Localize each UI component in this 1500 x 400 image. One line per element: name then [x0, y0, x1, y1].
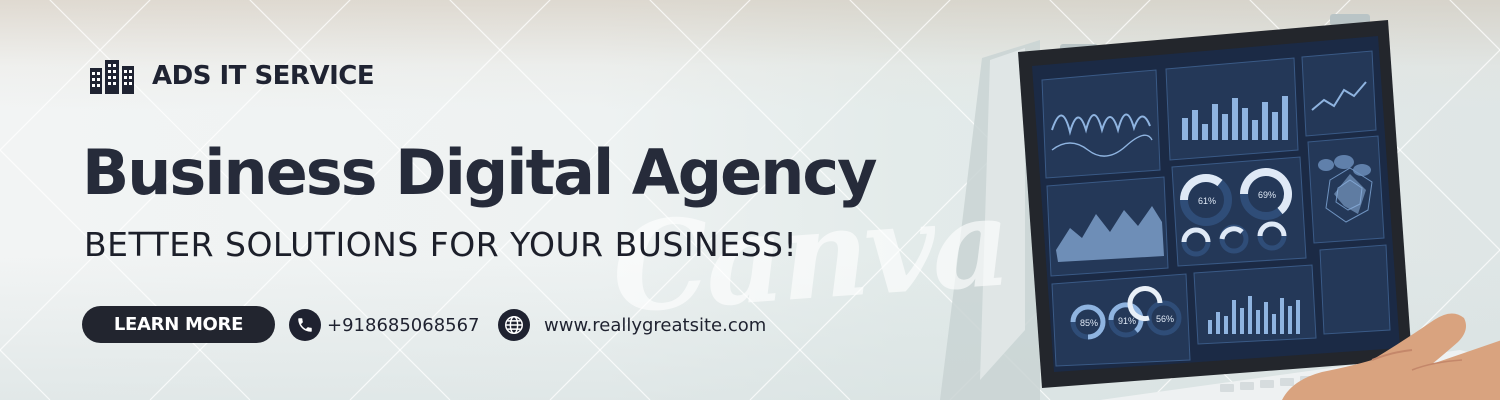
brand-name: ADS IT SERVICE	[152, 61, 375, 91]
banner: 61% 69% 85% 91% 56% Canva ADS IT SERVICE…	[0, 0, 1500, 400]
tagline: BETTER SOLUTIONS FOR YOUR BUSINESS!	[84, 225, 798, 264]
globe-icon	[498, 309, 530, 341]
learn-more-button[interactable]: LEARN MORE	[82, 306, 275, 343]
gauge-label: 61%	[1198, 196, 1216, 206]
phone-contact[interactable]: +918685068567	[289, 309, 480, 341]
phone-icon	[289, 309, 321, 341]
donut-label: 91%	[1118, 316, 1136, 326]
page-title: Business Digital Agency	[82, 136, 878, 209]
donut-label: 56%	[1156, 314, 1174, 324]
website-url: www.reallygreatsite.com	[544, 314, 767, 336]
website-contact[interactable]: www.reallygreatsite.com	[498, 309, 766, 341]
hand-illustration	[1282, 313, 1500, 400]
donut-label: 85%	[1080, 318, 1098, 328]
brand: ADS IT SERVICE	[88, 58, 375, 94]
phone-number: +918685068567	[327, 314, 480, 336]
gauge-label: 69%	[1258, 190, 1276, 200]
buildings-logo-icon	[90, 60, 134, 94]
